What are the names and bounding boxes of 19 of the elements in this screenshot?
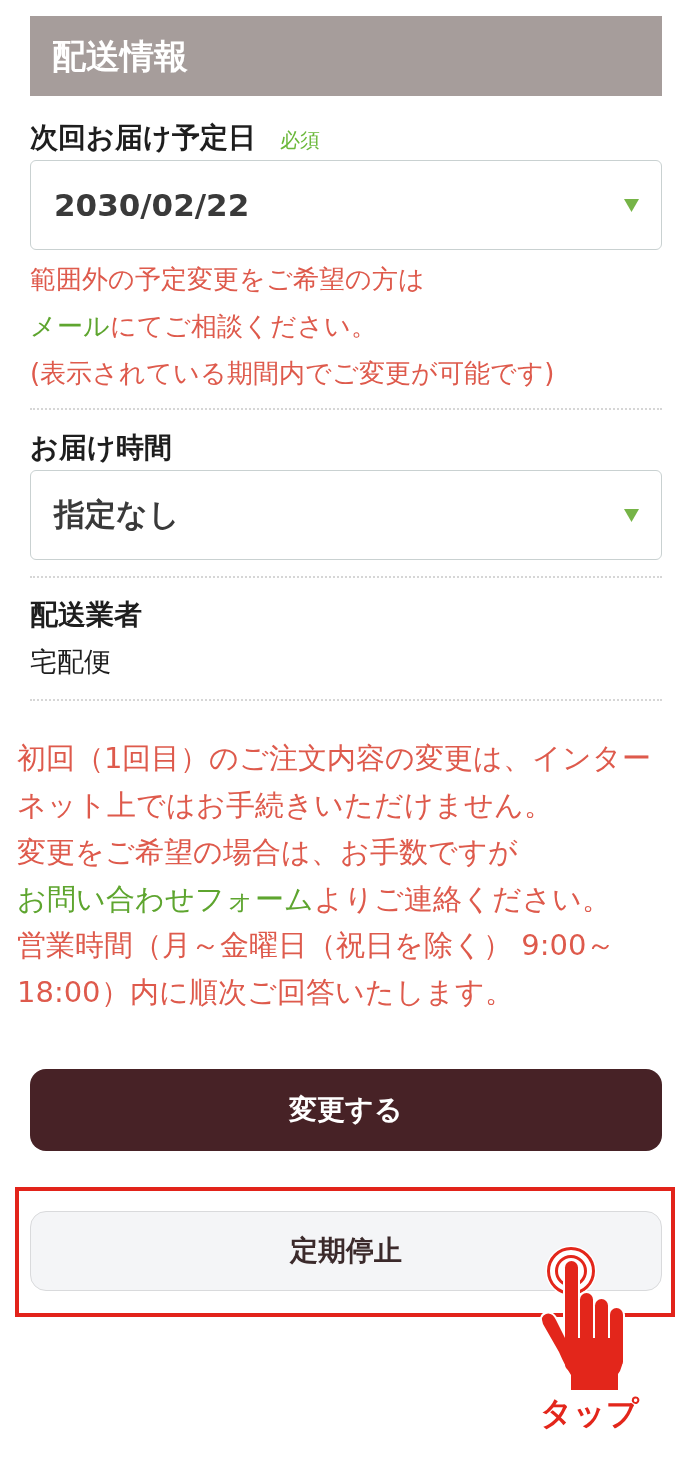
dropdown-select[interactable]: 2030/02/22 (30, 160, 662, 250)
dropdown-caret-icon (624, 508, 639, 522)
note-text: 範囲外の予定変更をご希望の方は (30, 263, 425, 296)
dropdown-select[interactable]: 指定なし (30, 470, 662, 560)
field-label: 次回お届け予定日 (30, 120, 256, 156)
required-label: 必須 (280, 127, 320, 154)
note-text: メールにてご相談ください。 (30, 310, 377, 343)
notice-text: 初回（1回目）のご注文内容の変更は、インターネット上ではお手続きいただけません。 (17, 740, 653, 824)
field-value: 宅配便 (30, 644, 111, 679)
notice-text: 変更をご希望の場合は、お手数ですが お問い合わせフォーム よりご連絡ください。 (17, 833, 612, 918)
primary-button[interactable]: 変更する (30, 1068, 662, 1151)
field-label: お届け時間 (30, 430, 172, 466)
dropdown-caret-icon (624, 198, 639, 212)
secondary-button[interactable]: 定期停止 (30, 1210, 662, 1291)
tap-label: タップ (540, 1394, 639, 1431)
note-text: (表示されている期間内でご変更が可能です) (30, 357, 555, 390)
notice-text: 営業時間（月～金曜日（祝日を除く） 9:00～18:00）内に順次ご回答いたします。 (17, 927, 617, 1012)
section-title: 配送情報 (52, 36, 188, 76)
field-label: 配送業者 (30, 597, 142, 633)
